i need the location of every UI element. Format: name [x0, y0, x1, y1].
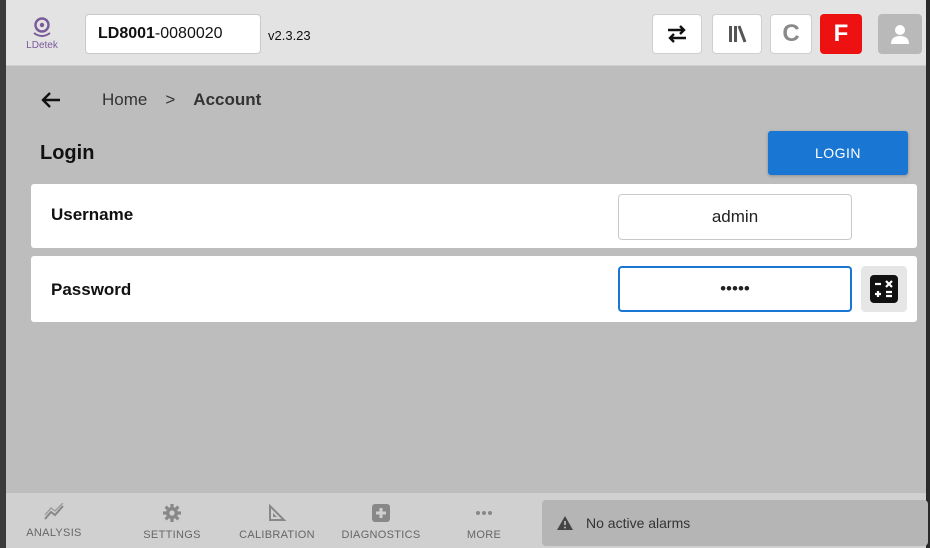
- device-model: LD8001: [98, 25, 155, 42]
- calculator-icon: [870, 275, 898, 303]
- gear-icon: [163, 504, 181, 522]
- user-icon: [891, 25, 909, 44]
- breadcrumb-current: Account: [193, 90, 262, 109]
- right-edge: [926, 0, 930, 548]
- device-id-box[interactable]: LD8001 -0080020: [85, 14, 261, 54]
- firmware-version: v2.3.23: [268, 28, 311, 43]
- library-button[interactable]: [712, 14, 762, 54]
- breadcrumb-home[interactable]: Home: [102, 90, 147, 110]
- nav-settings[interactable]: SETTINGS: [134, 493, 210, 548]
- username-label: Username: [51, 205, 134, 224]
- password-row: Password: [31, 256, 917, 322]
- alarm-status[interactable]: No active alarms: [542, 500, 928, 546]
- company-logo: LDetek: [16, 10, 68, 58]
- library-icon: [729, 25, 747, 43]
- nav-diagnostics-label: DIAGNOSTICS: [341, 529, 421, 541]
- ellipsis-icon: [476, 511, 492, 515]
- logo-text: LDetek: [26, 40, 58, 51]
- nav-analysis[interactable]: ANALYSIS: [24, 493, 84, 548]
- alarm-text: No active alarms: [586, 515, 691, 531]
- nav-calibration-label: CALIBRATION: [239, 529, 315, 541]
- warning-icon: [557, 516, 573, 530]
- nav-settings-label: SETTINGS: [143, 529, 201, 541]
- user-button[interactable]: [878, 14, 922, 54]
- nav-analysis-label: ANALYSIS: [26, 527, 82, 539]
- chart-line-icon: [44, 503, 64, 520]
- back-arrow-icon[interactable]: [40, 89, 62, 111]
- plus-box-icon: [372, 504, 390, 522]
- nav-more[interactable]: MORE: [454, 493, 514, 548]
- set-square-icon: [269, 503, 287, 521]
- nav-more-label: MORE: [466, 529, 502, 541]
- nav-diagnostics[interactable]: DIAGNOSTICS: [336, 493, 426, 548]
- login-button[interactable]: LOGIN: [768, 131, 908, 175]
- swap-button[interactable]: [652, 14, 702, 54]
- device-serial: -0080020: [154, 25, 223, 42]
- password-label: Password: [51, 280, 132, 299]
- logo-icon: [33, 17, 51, 37]
- top-bar: LDetek LD8001 -0080020 v2.3.23 C F: [6, 0, 926, 66]
- swap-icon: [668, 25, 686, 43]
- login-title: Login: [40, 142, 95, 164]
- keypad-button[interactable]: [861, 266, 907, 312]
- username-row: Username: [31, 184, 917, 248]
- breadcrumb-separator: >: [165, 90, 176, 109]
- nav-calibration[interactable]: CALIBRATION: [232, 493, 322, 548]
- bottom-nav: ANALYSIS SETTINGS CALIBRATION DIAGNOSTIC…: [6, 492, 928, 548]
- breadcrumb: Home > Account: [40, 88, 261, 112]
- left-edge: [0, 0, 6, 548]
- c-button[interactable]: C: [770, 14, 812, 54]
- username-field[interactable]: [618, 194, 852, 240]
- password-field[interactable]: [618, 266, 852, 312]
- f-button[interactable]: F: [820, 14, 862, 54]
